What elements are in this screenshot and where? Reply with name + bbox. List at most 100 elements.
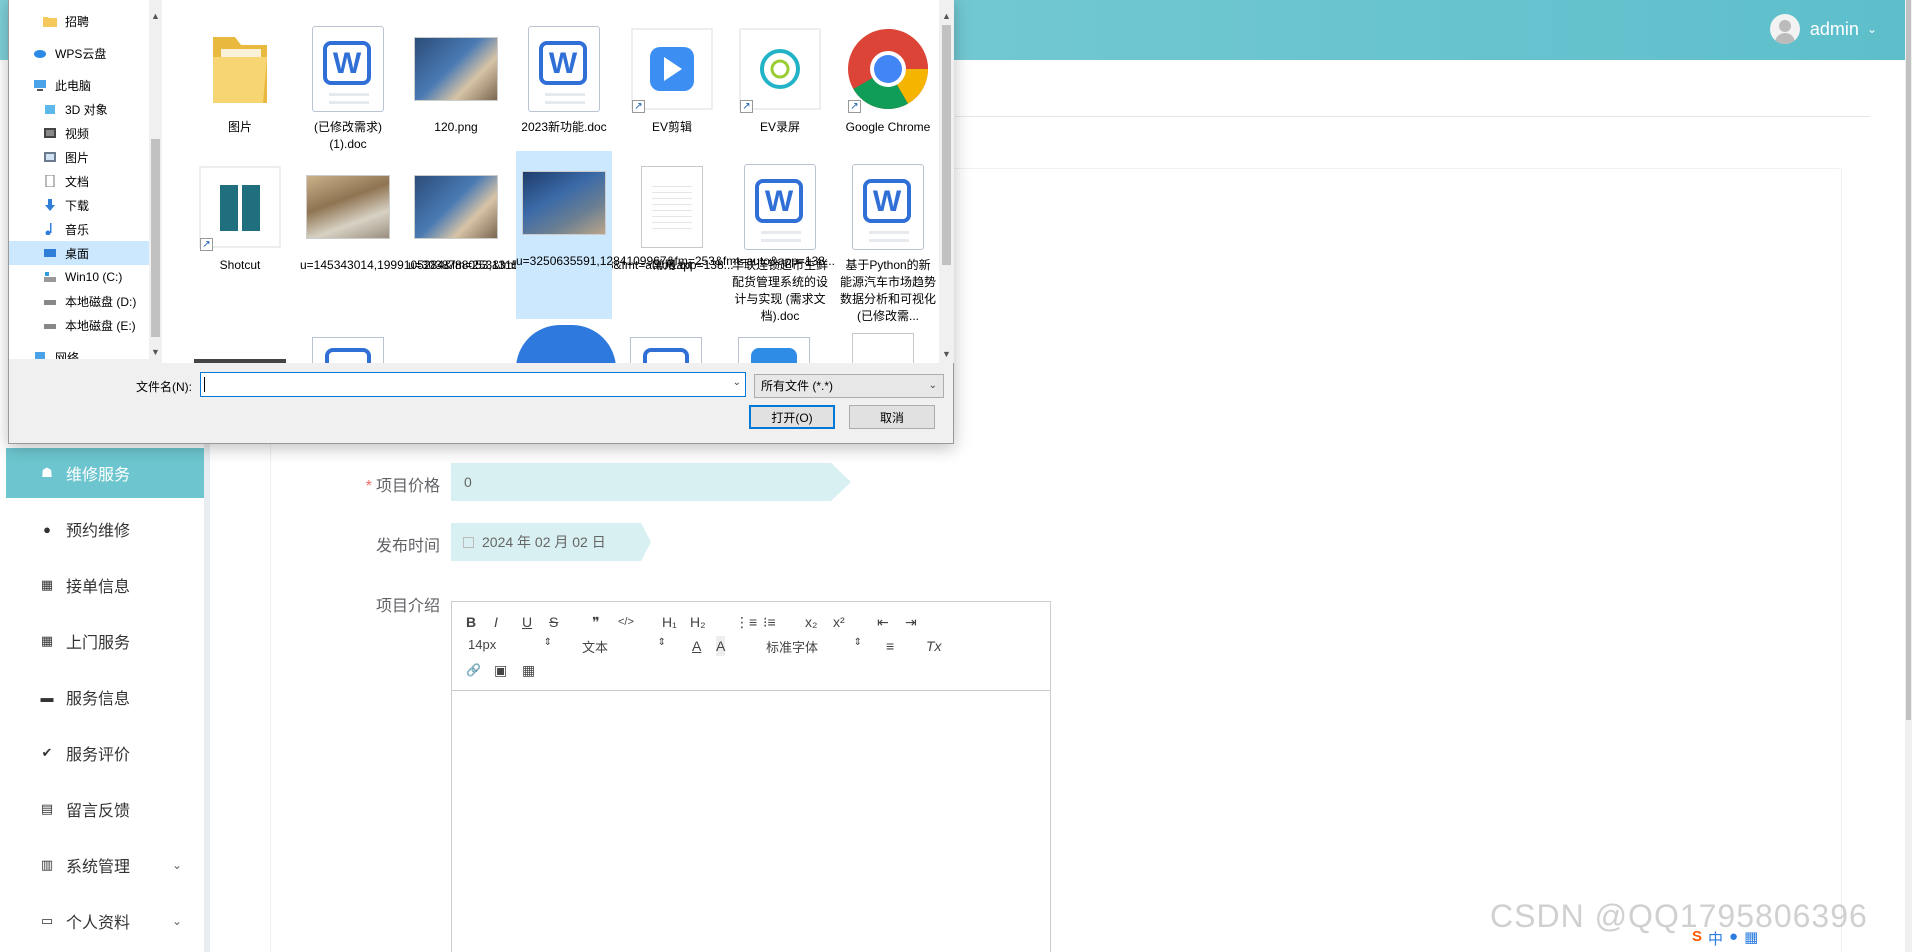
code-button[interactable]: </>: [618, 612, 634, 632]
file-item[interactable]: 常用.txt: [624, 155, 720, 274]
open-button[interactable]: 打开(O): [749, 405, 835, 429]
filename-input[interactable]: ⌄: [200, 372, 746, 397]
mic-icon[interactable]: ●: [1729, 928, 1738, 949]
background-color-button[interactable]: A: [716, 636, 726, 656]
align-button[interactable]: ≡: [886, 636, 894, 656]
file-item[interactable]: u=3038788053,13159833898&fm=253&fmt=auto…: [408, 155, 734, 274]
editor-content-area[interactable]: [452, 691, 1050, 952]
file-item[interactable]: ↗ EV录屏: [732, 17, 828, 136]
outdent-button[interactable]: ⇤: [877, 612, 889, 632]
file-item[interactable]: W (已修改需求)(1).doc: [300, 17, 396, 153]
nav-item-pictures[interactable]: 图片: [9, 145, 149, 169]
file-item[interactable]: 图片: [192, 17, 288, 136]
scroll-up-icon[interactable]: ▲: [941, 11, 952, 21]
file-list-scrollbar[interactable]: ▲ ▼: [939, 0, 954, 363]
sidebar-item-repair-service[interactable]: ☗ 维修服务: [6, 448, 204, 498]
user-menu[interactable]: admin ⌄: [1769, 14, 1877, 44]
subscript-button[interactable]: x₂: [805, 612, 817, 632]
file-item[interactable]: ↗ EV剪辑: [624, 17, 720, 136]
shortcut-arrow-icon: ↗: [632, 100, 645, 113]
file-item[interactable]: ↗ Google Chrome: [840, 17, 936, 136]
underline-button[interactable]: U: [522, 612, 532, 632]
folder-icon: [213, 37, 267, 103]
nav-item-downloads[interactable]: 下载: [9, 193, 149, 217]
file-item[interactable]: u=145343014,1999105284&fm=253&fmt=auto&a…: [300, 155, 612, 274]
sidebar-item-feedback[interactable]: ▤ 留言反馈: [6, 784, 204, 834]
scroll-up-icon[interactable]: ▲: [150, 11, 161, 21]
cancel-button[interactable]: 取消: [849, 405, 935, 429]
nav-item-documents[interactable]: 文档: [9, 169, 149, 193]
shortcut-arrow-icon: ↗: [740, 100, 753, 113]
nav-label: 此电脑: [55, 78, 92, 93]
sogou-icon[interactable]: S: [1692, 928, 1702, 949]
nav-item-this-pc[interactable]: 此电脑: [9, 73, 149, 97]
file-item-partial[interactable]: [516, 325, 616, 363]
file-item-partial[interactable]: [630, 337, 702, 363]
ordered-list-button[interactable]: ⋮≡: [735, 612, 757, 632]
clean-format-button[interactable]: Tx: [926, 636, 942, 656]
sidebar-item-reviews[interactable]: ✔ 服务评价: [6, 728, 204, 778]
nav-item-music[interactable]: 音乐: [9, 217, 149, 241]
strike-button[interactable]: S: [549, 612, 558, 632]
italic-button[interactable]: I: [494, 612, 498, 632]
sidebar-item-orders[interactable]: ▦ 接单信息: [6, 560, 204, 610]
price-input[interactable]: 0: [451, 463, 851, 501]
video-button[interactable]: ▦: [522, 660, 535, 680]
nav-item-network[interactable]: 网络: [9, 345, 149, 359]
bullet-list-button[interactable]: ⁝≡: [763, 612, 776, 632]
file-item-partial[interactable]: [194, 359, 286, 363]
sidebar-item-service-info[interactable]: ▬ 服务信息: [6, 672, 204, 722]
nav-item-drive-d[interactable]: 本地磁盘 (D:): [9, 289, 149, 313]
scroll-down-icon[interactable]: ▼: [150, 347, 161, 357]
font-size-select[interactable]: 14px ⇕: [468, 637, 552, 652]
font-family-select[interactable]: 标准字体 ⇕: [766, 637, 862, 656]
image-button[interactable]: ▣: [494, 660, 507, 680]
keyboard-icon[interactable]: ▦: [1744, 928, 1758, 949]
file-type-select[interactable]: 所有文件 (*.*) ⌄: [754, 374, 944, 398]
nav-item-3d-objects[interactable]: 3D 对象: [9, 97, 149, 121]
sidebar-item-system[interactable]: ▥ 系统管理 ⌄: [6, 840, 204, 890]
scroll-down-icon[interactable]: ▼: [941, 349, 952, 359]
nav-item-videos[interactable]: 视频: [9, 121, 149, 145]
nav-item-recruit[interactable]: 招聘: [9, 9, 149, 33]
ime-mode[interactable]: 中: [1708, 928, 1723, 949]
file-list-scrollbar-thumb[interactable]: [942, 25, 951, 265]
sidebar-item-label: 服务信息: [66, 691, 131, 708]
ev-record-icon: [739, 28, 821, 110]
page-scrollbar[interactable]: [1905, 0, 1912, 952]
page-scrollbar-thumb[interactable]: [1906, 0, 1911, 720]
wps-doc-icon: W: [528, 26, 600, 112]
nav-item-wps-cloud[interactable]: WPS云盘: [9, 41, 149, 65]
h2-button[interactable]: H₂: [690, 612, 706, 632]
sidebar-item-profile[interactable]: ▭ 个人资料 ⌄: [6, 896, 204, 946]
file-name: Google Chrome: [845, 120, 931, 134]
nav-item-drive-e[interactable]: 本地磁盘 (E:): [9, 313, 149, 337]
document-icon: [45, 175, 55, 187]
superscript-button[interactable]: x²: [833, 612, 845, 632]
h1-button[interactable]: H₁: [662, 612, 677, 632]
file-item[interactable]: ↗ Shotcut: [192, 155, 288, 274]
nav-scrollbar-thumb[interactable]: [151, 139, 160, 337]
nav-item-drive-c[interactable]: Win10 (C:): [9, 265, 149, 289]
nav-item-desktop[interactable]: 桌面: [9, 241, 149, 265]
font-color-button[interactable]: A: [692, 636, 701, 656]
calendar-icon: [463, 536, 474, 548]
file-item[interactable]: W 2023新功能.doc: [516, 17, 612, 136]
file-item-partial[interactable]: [738, 337, 810, 363]
bold-button[interactable]: B: [466, 612, 476, 632]
file-item[interactable]: 120.png: [408, 17, 504, 136]
link-button[interactable]: 🔗: [466, 660, 481, 680]
sidebar-item-onsite[interactable]: ▦ 上门服务: [6, 616, 204, 666]
sidebar-item-appointment[interactable]: ● 预约维修: [6, 504, 204, 554]
blockquote-button[interactable]: ❞: [592, 612, 600, 632]
file-item[interactable]: W 基于Python的新能源汽车市场趋势数据分析和可视化(已修改需...: [840, 155, 936, 325]
file-item-partial[interactable]: [312, 337, 384, 363]
nav-scrollbar[interactable]: ▲ ▼: [149, 0, 162, 359]
text-type-select[interactable]: 文本 ⇕: [582, 637, 666, 656]
date-picker[interactable]: 2024 年 02 月 02 日: [451, 523, 651, 561]
indent-button[interactable]: ⇥: [905, 612, 917, 632]
file-item[interactable]: W 华联连锁超市生鲜配货管理系统的设计与实现 (需求文档).doc: [732, 155, 828, 325]
file-item-selected[interactable]: u=3250635591,1284109967&fm=253&fmt=auto&…: [516, 151, 835, 319]
chevron-down-icon[interactable]: ⌄: [733, 377, 741, 388]
file-item-partial[interactable]: [852, 333, 914, 363]
